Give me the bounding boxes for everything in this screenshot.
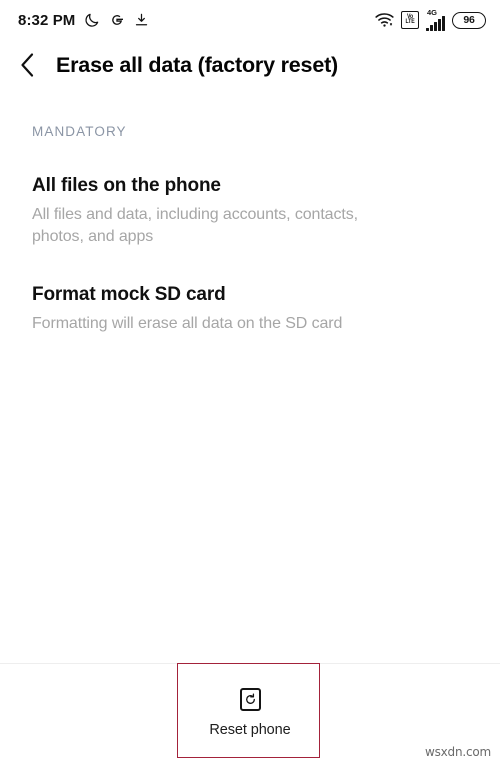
reset-phone-button[interactable]: Reset phone <box>179 664 321 738</box>
list-item-all-files[interactable]: All files on the phone All files and dat… <box>32 175 468 248</box>
reset-phone-label: Reset phone <box>209 722 291 738</box>
signal-bar-0 <box>426 28 429 31</box>
cellular-signal-icon: 4G <box>426 9 445 31</box>
signal-bar-1 <box>430 25 433 31</box>
reset-phone-icon <box>239 688 261 711</box>
section-header-mandatory: MANDATORY <box>32 124 127 139</box>
volte-icon-text-bottom: LTE <box>405 18 415 26</box>
do-not-disturb-moon-icon <box>84 12 100 28</box>
content-area: MANDATORY All files on the phone All fil… <box>0 124 500 335</box>
list-item-format-sd-card[interactable]: Format mock SD card Formatting will eras… <box>32 284 468 335</box>
list-item-title: All files on the phone <box>32 175 221 196</box>
volte-icon: Vo LTE <box>401 11 419 29</box>
download-icon <box>134 12 149 28</box>
battery-level-label: 96 <box>463 14 475 26</box>
list-item-description: Formatting will erase all data on the SD… <box>32 315 343 333</box>
list-item-description: All files and data, including accounts, … <box>32 206 358 246</box>
back-button[interactable] <box>0 52 56 78</box>
signal-bar-2 <box>434 22 437 31</box>
network-type-label: 4G <box>427 8 438 17</box>
google-g-icon <box>109 12 125 28</box>
signal-bar-3 <box>438 19 441 31</box>
battery-icon: 96 <box>452 11 486 29</box>
list-item-title: Format mock SD card <box>32 284 226 306</box>
wifi-icon <box>375 12 394 28</box>
app-bar: Erase all data (factory reset) <box>0 40 500 88</box>
signal-bar-4 <box>442 16 445 31</box>
page-title: Erase all data (factory reset) <box>56 52 338 77</box>
status-bar-right: Vo LTE 4G 96 <box>375 9 486 31</box>
status-bar-left: 8:32 PM <box>18 12 149 29</box>
status-bar: 8:32 PM Vo LTE 4G 96 <box>0 0 500 40</box>
watermark: wsxdn.com <box>424 745 491 759</box>
status-bar-clock: 8:32 PM <box>18 11 76 29</box>
